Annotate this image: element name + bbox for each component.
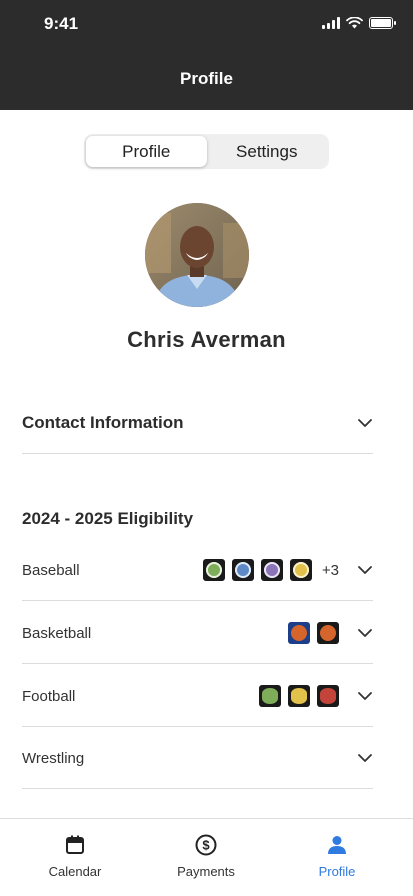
tab-label: Calendar xyxy=(48,864,102,879)
baseball-badge-icon xyxy=(231,559,254,581)
battery-icon xyxy=(369,17,396,29)
sport-label: Football xyxy=(22,687,76,705)
baseball-badge-icon xyxy=(260,559,283,581)
sport-row-basketball[interactable]: Basketball xyxy=(22,618,373,648)
chevron-down-icon[interactable] xyxy=(357,688,373,704)
calendar-icon xyxy=(66,835,84,854)
divider xyxy=(22,726,373,727)
avatar-photo xyxy=(145,203,249,307)
cellular-signal-icon xyxy=(322,17,340,29)
app-header: 9:41 Profile xyxy=(0,0,413,110)
more-badges-count: +3 xyxy=(321,561,339,579)
basketball-badge-icon xyxy=(317,622,339,644)
contact-information-label: Contact Information xyxy=(22,413,184,432)
person-icon xyxy=(328,836,346,854)
eligibility-badges: +3 xyxy=(202,559,339,581)
avatar xyxy=(145,203,249,307)
divider xyxy=(22,600,373,601)
sport-row-wrestling[interactable]: Wrestling xyxy=(22,743,373,773)
baseball-badge-icon xyxy=(289,559,312,581)
sport-label: Baseball xyxy=(22,561,80,579)
wifi-icon xyxy=(346,17,363,29)
segment-profile[interactable]: Profile xyxy=(86,136,207,167)
tab-label: Profile xyxy=(318,864,356,879)
football-badge-icon xyxy=(317,685,339,707)
status-time: 9:41 xyxy=(44,14,79,33)
bottom-tab-bar: Calendar $ Payments Profile xyxy=(0,818,413,896)
svg-text:$: $ xyxy=(202,838,210,853)
eligibility-badges xyxy=(259,685,339,707)
page-title: Profile xyxy=(180,69,233,88)
dollar-circle-icon: $ xyxy=(195,834,217,856)
chevron-down-icon[interactable] xyxy=(357,415,373,431)
basketball-badge-icon xyxy=(288,622,310,644)
status-icons xyxy=(322,17,396,29)
chevron-down-icon[interactable] xyxy=(357,625,373,641)
eligibility-badges xyxy=(288,622,339,644)
divider xyxy=(22,788,373,789)
tab-profile[interactable]: Profile xyxy=(282,833,392,879)
contact-information-row[interactable]: Contact Information xyxy=(22,410,373,436)
divider xyxy=(22,663,373,664)
user-name: Chris Averman xyxy=(127,327,286,352)
profile-settings-segmented-control: Profile Settings xyxy=(84,134,329,169)
baseball-badge-icon xyxy=(202,559,225,581)
sport-label: Wrestling xyxy=(22,749,85,767)
football-badge-icon xyxy=(259,685,281,707)
tab-label: Payments xyxy=(177,864,235,879)
sport-row-football[interactable]: Football xyxy=(22,681,373,711)
segment-settings[interactable]: Settings xyxy=(207,136,328,167)
tab-payments[interactable]: $ Payments xyxy=(151,833,261,879)
sport-row-baseball[interactable]: Baseball +3 xyxy=(22,555,373,585)
tab-calendar[interactable]: Calendar xyxy=(20,833,130,879)
sport-label: Basketball xyxy=(22,624,92,642)
eligibility-heading: 2024 - 2025 Eligibility xyxy=(22,509,194,528)
football-badge-icon xyxy=(288,685,310,707)
divider xyxy=(22,453,373,454)
chevron-down-icon[interactable] xyxy=(357,750,373,766)
chevron-down-icon[interactable] xyxy=(357,562,373,578)
